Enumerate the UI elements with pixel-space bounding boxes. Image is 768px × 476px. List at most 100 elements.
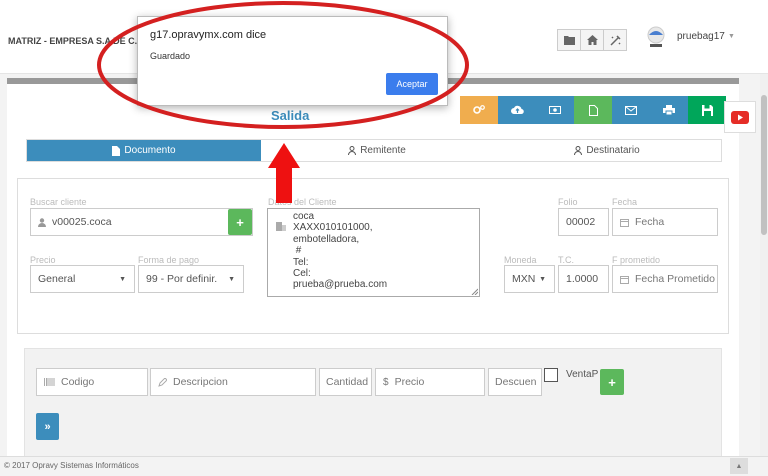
dollar-icon: $ (383, 376, 389, 388)
fecha-placeholder: Fecha (635, 216, 665, 228)
top-icon-group (557, 29, 627, 51)
fecha-label: Fecha (612, 197, 638, 207)
chevron-down-icon: ▼ (228, 275, 235, 283)
chevron-down-icon[interactable]: ▼ (728, 33, 735, 40)
print-icon (663, 105, 675, 115)
upload-button[interactable] (498, 96, 536, 124)
tc-value: 1.0000 (566, 273, 599, 285)
file-icon (112, 145, 121, 156)
user-icon (38, 217, 46, 227)
items-section (24, 348, 722, 458)
money-icon (549, 106, 561, 114)
chevron-down-icon: ▼ (539, 275, 546, 283)
forma-pago-label: Forma de pago (138, 255, 200, 265)
tab-destinatario[interactable]: Destinatario (493, 140, 721, 161)
folio-input[interactable]: 00002 (558, 208, 609, 236)
client-data-line: coca (293, 211, 315, 222)
tc-input[interactable]: 1.0000 (558, 265, 609, 293)
client-data-line: Cel: (293, 268, 311, 280)
descripcion-input[interactable]: Descripcion (150, 368, 316, 396)
chevron-down-icon: ▼ (119, 275, 126, 283)
user-icon (348, 146, 357, 155)
folio-value: 00002 (566, 216, 596, 228)
alert-dialog: g17.opravymx.com dice Guardado Aceptar (137, 16, 448, 106)
datos-cliente-label: Datos del Cliente (268, 197, 337, 207)
moneda-select[interactable]: MXN ▼ (504, 265, 555, 293)
fecha-input[interactable]: Fecha (612, 208, 718, 236)
folder-icon[interactable] (557, 29, 581, 51)
user-icon (574, 146, 583, 155)
codigo-input[interactable]: Codigo (36, 368, 148, 396)
client-data-line: prueba@prueba.com (293, 279, 388, 291)
client-data-line: Tel: (293, 256, 309, 268)
fecha-prometido-placeholder: Fecha Prometido (635, 273, 715, 285)
cogs-icon (473, 105, 485, 114)
youtube-button[interactable] (724, 101, 756, 133)
client-search-input[interactable]: v00025.coca (30, 208, 253, 236)
add-client-button[interactable]: + (228, 209, 252, 235)
venta-checkbox[interactable] (544, 368, 558, 382)
client-data-line: embotelladora, (293, 233, 360, 245)
moneda-label: Moneda (504, 255, 537, 265)
payment-button[interactable] (536, 96, 574, 124)
save-button[interactable] (688, 96, 726, 124)
resize-grip-icon[interactable] (471, 288, 478, 295)
edit-icon (158, 377, 167, 387)
file-icon (588, 104, 598, 116)
save-icon (701, 104, 713, 116)
cantidad-placeholder: Cantidad (326, 376, 369, 388)
fecha-prometido-input[interactable]: Fecha Prometido (612, 265, 718, 293)
tools-icon[interactable] (603, 29, 627, 51)
dialog-title: g17.opravymx.com dice (150, 29, 267, 41)
moneda-value: MXN (512, 273, 536, 285)
client-data-textarea[interactable]: coca XAXX010101000, embotelladora, # Tel… (267, 208, 480, 297)
forma-pago-value: 99 - Por definir. (146, 273, 218, 285)
scroll-top-button[interactable]: ▲ (730, 458, 748, 474)
tab-label: Destinatario (586, 145, 640, 156)
descuento-input[interactable]: Descuen (488, 368, 542, 396)
add-item-button[interactable]: + (600, 369, 624, 395)
barcode-icon (44, 378, 55, 386)
tab-remitente[interactable]: Remitente (261, 140, 493, 161)
accept-button[interactable]: Aceptar (386, 73, 438, 95)
calendar-icon (620, 275, 629, 284)
client-data-line: XAXX010101000, (293, 222, 373, 234)
client-data-line: # (293, 245, 302, 257)
cantidad-input[interactable]: Cantidad (319, 368, 372, 396)
expand-button[interactable]: » (36, 413, 59, 440)
avatar[interactable] (644, 25, 668, 49)
precio-select[interactable]: General ▼ (30, 265, 135, 293)
precio-item-input[interactable]: $ Precio (375, 368, 485, 396)
dialog-message: Guardado (150, 51, 191, 61)
action-toolbar (460, 96, 726, 124)
document-button[interactable] (574, 96, 612, 124)
footer: © 2017 Opravy Sistemas Informáticos (0, 456, 768, 476)
descuento-placeholder: Descuen (495, 376, 537, 388)
home-icon[interactable] (580, 29, 604, 51)
codigo-placeholder: Codigo (61, 376, 95, 388)
folio-label: Folio (558, 197, 578, 207)
venta-label: VentaP (566, 369, 599, 380)
tab-bar: Documento Remitente Destinatario (26, 139, 722, 162)
envelope-icon (625, 105, 637, 115)
precio-value: General (38, 273, 76, 285)
tab-label: Remitente (360, 145, 406, 156)
print-button[interactable] (650, 96, 688, 124)
user-menu[interactable]: pruebag17 (677, 31, 725, 42)
buscar-cliente-label: Buscar cliente (30, 197, 87, 207)
settings-button[interactable] (460, 96, 498, 124)
fprometido-label: F prometido (612, 255, 661, 265)
calendar-icon (620, 218, 629, 227)
page-title: Salida (271, 108, 310, 123)
precio-placeholder: Precio (394, 376, 425, 388)
precio-label: Precio (30, 255, 56, 265)
tab-label: Documento (124, 145, 176, 156)
company-name: MATRIZ - EMPRESA S.A DE C.V (8, 36, 144, 46)
forma-pago-select[interactable]: 99 - Por definir. ▼ (138, 265, 244, 293)
descripcion-placeholder: Descripcion (173, 376, 228, 388)
tab-documento[interactable]: Documento (27, 140, 261, 161)
client-search-value: v00025.coca (52, 216, 112, 228)
building-icon (276, 222, 286, 231)
email-button[interactable] (612, 96, 650, 124)
scrollbar-thumb[interactable] (761, 95, 767, 235)
